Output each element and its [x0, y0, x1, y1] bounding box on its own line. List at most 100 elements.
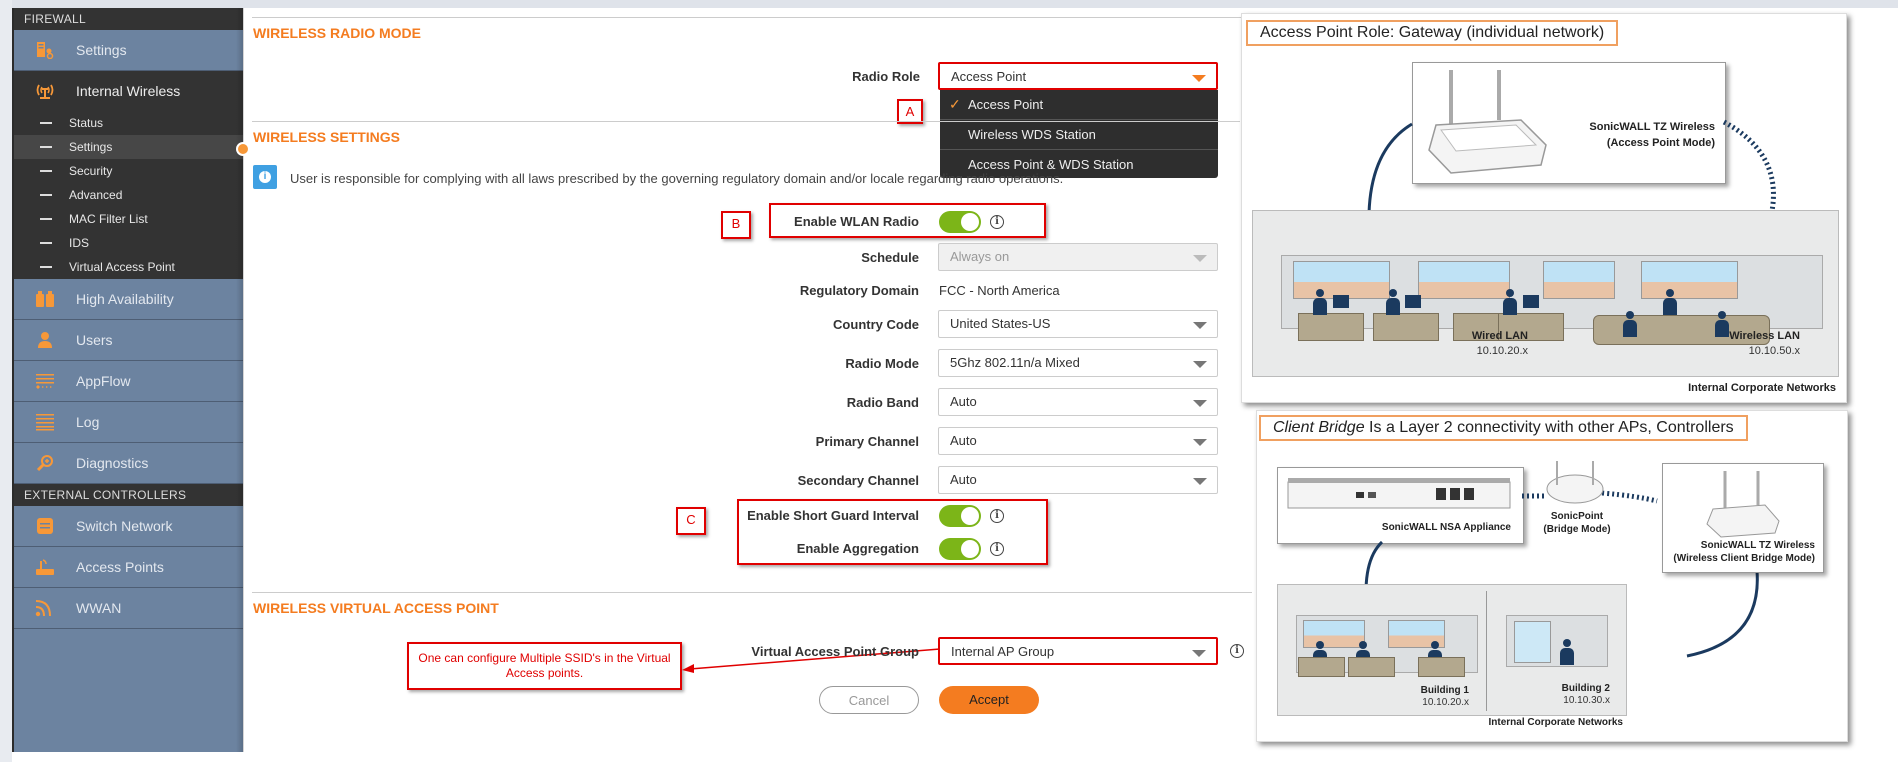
sidebar-item-wwan[interactable]: WWAN [14, 588, 243, 629]
sidebar-subitem-advanced[interactable]: Advanced [14, 183, 243, 207]
monitor-icon [1523, 295, 1539, 308]
radio-mode-select[interactable]: 5Ghz 802.11n/a Mixed [938, 349, 1218, 377]
regulatory-domain-value: FCC - North America [939, 283, 1060, 298]
wired-lan-subnet: 10.10.20.x [1476, 345, 1528, 357]
sidebar-subitem-virtual-access-point[interactable]: Virtual Access Point [14, 255, 243, 279]
sidebar-subitem-settings[interactable]: Settings [14, 135, 243, 159]
window [1641, 261, 1738, 299]
regulatory-domain-label: Regulatory Domain [799, 283, 919, 298]
radio-band-label: Radio Band [846, 395, 919, 410]
sidebar-item-label: Settings [76, 42, 127, 58]
divider [252, 121, 1240, 122]
primary-channel-label: Primary Channel [815, 434, 919, 449]
secondary-channel-select[interactable]: Auto [938, 466, 1218, 494]
network-area: Building 1 10.10.20.x Building 2 10.10.3… [1277, 584, 1627, 716]
sidebar-item-internal-wireless[interactable]: Internal Wireless [14, 71, 243, 111]
sidebar-subitem-label: Virtual Access Point [69, 260, 175, 274]
person-icon [1663, 289, 1677, 315]
divider [252, 17, 1252, 18]
info-icon[interactable]: i [990, 509, 1004, 523]
sidebar-item-settings[interactable]: Settings [14, 30, 243, 71]
person-icon [1623, 311, 1637, 351]
sidebar-subitem-mac-filter-list[interactable]: MAC Filter List [14, 207, 243, 231]
info-notice-icon: i [253, 165, 277, 189]
info-icon[interactable]: i [990, 215, 1004, 229]
person-icon [1386, 289, 1400, 315]
accept-button[interactable]: Accept [939, 686, 1039, 714]
sidebar-item-users[interactable]: Users [14, 320, 243, 361]
window [1514, 621, 1551, 663]
monitor-icon [1333, 295, 1349, 308]
desk [1298, 313, 1364, 341]
radio-role-select[interactable]: Access Point [938, 62, 1218, 90]
vap-group-select[interactable]: Internal AP Group [938, 637, 1218, 665]
wireless-tower-icon [34, 81, 56, 101]
sidebar-section-firewall: FIREWALL [14, 8, 243, 30]
dropdown-option-wireless-wds-station[interactable]: Wireless WDS Station [940, 120, 1218, 150]
section-title-wireless-radio-mode: WIRELESS RADIO MODE [253, 25, 422, 41]
enable-wlan-radio-label: Enable WLAN Radio [794, 214, 919, 229]
country-code-label: Country Code [833, 317, 919, 332]
building2-label: Building 2 [1561, 683, 1610, 694]
chevron-down-icon [1193, 478, 1207, 485]
person-icon [1503, 289, 1517, 315]
access-point-icon [34, 557, 56, 577]
window [1293, 261, 1390, 299]
chevron-down-icon [1193, 400, 1207, 407]
enable-wlan-radio-toggle[interactable] [939, 211, 981, 233]
person-icon [1560, 639, 1574, 673]
diagram-gateway-mode: Access Point Role: Gateway (individual n… [1241, 13, 1847, 403]
tz-mode: (Wireless Client Bridge Mode) [1673, 553, 1815, 564]
option-label: Wireless WDS Station [968, 127, 1096, 142]
chevron-down-icon [1193, 322, 1207, 329]
wwan-icon [34, 598, 56, 618]
server-settings-icon [34, 40, 56, 60]
router-icon [1706, 471, 1780, 538]
desk [1348, 657, 1395, 677]
dropdown-option-access-point[interactable]: ✓ Access Point [940, 90, 1218, 120]
country-code-select[interactable]: United States-US [938, 310, 1218, 338]
sidebar-item-high-availability[interactable]: High Availability [14, 279, 243, 320]
sidebar-subitem-security[interactable]: Security [14, 159, 243, 183]
section-title-wireless-settings: WIRELESS SETTINGS [253, 129, 401, 145]
dash-icon [40, 146, 52, 148]
radio-mode-value: 5Ghz 802.11n/a Mixed [950, 355, 1080, 370]
checkmark-icon: ✓ [949, 96, 961, 112]
desk [1298, 657, 1345, 677]
sidebar-item-label: WWAN [76, 600, 122, 616]
secondary-channel-value: Auto [950, 472, 977, 487]
sidebar-subitem-status[interactable]: Status [14, 111, 243, 135]
sidebar-item-label: AppFlow [76, 373, 131, 389]
radio-band-select[interactable]: Auto [938, 388, 1218, 416]
sidebar-item-diagnostics[interactable]: Diagnostics [14, 443, 243, 484]
dash-icon [40, 170, 52, 172]
aggregation-toggle[interactable] [939, 538, 981, 560]
short-guard-interval-toggle[interactable] [939, 505, 981, 527]
chevron-down-icon [1192, 75, 1206, 82]
sidebar-section-external-controllers: EXTERNAL CONTROLLERS [14, 484, 243, 506]
info-icon[interactable]: i [1230, 644, 1244, 658]
schedule-select: Always on [938, 243, 1218, 271]
section-title-wireless-virtual-access-point: WIRELESS VIRTUAL ACCESS POINT [253, 600, 499, 616]
sidebar: FIREWALL Settings Internal Wireless Stat… [12, 8, 243, 752]
sidebar-item-label: Access Points [76, 559, 164, 575]
diagnostics-icon [34, 453, 56, 473]
sidebar-item-appflow[interactable]: AppFlow [14, 361, 243, 402]
sidebar-item-switch-network[interactable]: Switch Network [14, 506, 243, 547]
user-icon [34, 330, 56, 350]
info-icon[interactable]: i [990, 542, 1004, 556]
building-divider [1486, 591, 1487, 711]
sonicpoint-label: SonicPoint [1550, 511, 1604, 522]
sidebar-subitem-ids[interactable]: IDS [14, 231, 243, 255]
window-left-border [0, 0, 12, 762]
diagram-footer: Internal Corporate Networks [1688, 382, 1836, 394]
sidebar-subitem-label: Status [69, 116, 104, 130]
cancel-button[interactable]: Cancel [819, 686, 919, 714]
switch-network-icon [34, 516, 56, 536]
wireless-lan-subnet: 10.10.50.x [1748, 345, 1800, 357]
high-availability-icon [34, 289, 56, 309]
primary-channel-select[interactable]: Auto [938, 427, 1218, 455]
sidebar-item-log[interactable]: Log [14, 402, 243, 443]
person-icon [1313, 289, 1327, 315]
sidebar-item-access-points[interactable]: Access Points [14, 547, 243, 588]
